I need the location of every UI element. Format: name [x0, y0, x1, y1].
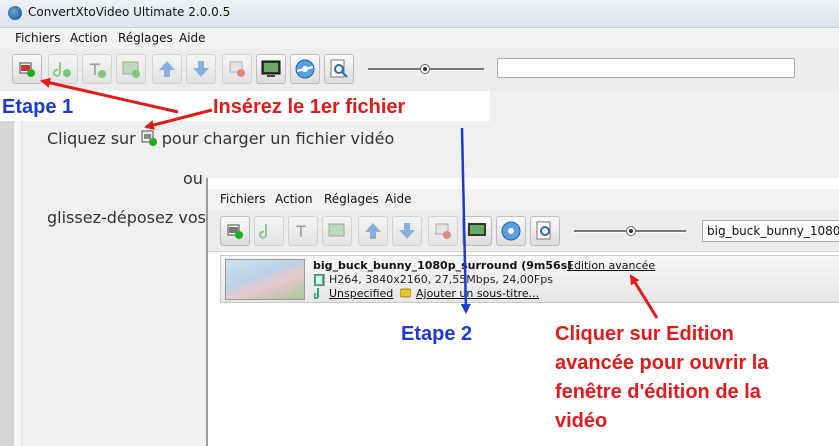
- instruction-before: Cliquez sur: [47, 129, 136, 148]
- svg-text:T: T: [89, 60, 100, 79]
- settings-button[interactable]: [256, 54, 286, 84]
- move-down-icon: [193, 61, 209, 77]
- add-audio-icon: [53, 62, 71, 77]
- remove-icon: [435, 223, 451, 239]
- add-image-button[interactable]: [116, 54, 146, 84]
- menu-reglages[interactable]: Réglages: [118, 31, 173, 45]
- add-subtitle-link[interactable]: Ajouter un sous-titre...: [416, 287, 539, 300]
- convert-disc-icon: [501, 221, 521, 241]
- instruction-or: ou: [183, 169, 203, 188]
- app-window: ConvertXtoVideo Ultimate 2.0.0.5 Fichier…: [0, 0, 839, 446]
- second-remove-button[interactable]: [428, 216, 458, 246]
- second-add-video-button[interactable]: [220, 216, 250, 246]
- move-down-icon: [399, 223, 415, 239]
- second-move-down-button[interactable]: [392, 216, 422, 246]
- menu2-reglages[interactable]: Réglages: [324, 192, 379, 206]
- second-move-up-button[interactable]: [358, 216, 388, 246]
- audio-track-link[interactable]: Unspecified: [329, 287, 393, 300]
- preview-button[interactable]: [324, 54, 354, 84]
- video-thumbnail: [225, 259, 305, 300]
- preview-icon: [536, 221, 551, 240]
- second-menu-bar: Fichiers Action Réglages Aide: [208, 189, 839, 209]
- menu-bar: Fichiers Action Réglages Aide: [0, 28, 839, 48]
- annotation-step2: Etape 2: [401, 323, 473, 345]
- settings-screen-icon: [261, 60, 281, 77]
- instruction-line-3: glissez-déposez vos: [47, 208, 206, 227]
- subtitle-icon: [400, 288, 411, 298]
- annotation-insert: Insérez le 1er fichier: [213, 96, 406, 118]
- zoom-slider-handle[interactable]: [420, 64, 430, 74]
- remove-button[interactable]: [222, 54, 252, 84]
- convert-disc-icon: [295, 59, 315, 79]
- menu-fichiers[interactable]: Fichiers: [15, 31, 60, 45]
- second-settings-button[interactable]: [462, 216, 492, 246]
- second-preview-button[interactable]: [530, 216, 560, 246]
- hint-line-3: fenêtre d'édition de la: [555, 381, 761, 403]
- add-file-icon[interactable]: [140, 129, 158, 147]
- app-icon: [8, 6, 22, 20]
- second-zoom-slider-handle[interactable]: [626, 226, 636, 236]
- move-up-icon: [365, 223, 381, 239]
- top-text-field[interactable]: [497, 58, 795, 78]
- add-text-icon: T: [89, 60, 106, 79]
- second-add-text-button[interactable]: T: [288, 216, 318, 246]
- title-bar: ConvertXtoVideo Ultimate 2.0.0.5: [0, 0, 839, 28]
- add-video-icon: [227, 224, 243, 239]
- left-strip-border: [14, 91, 22, 446]
- menu-aide[interactable]: Aide: [179, 31, 206, 45]
- menu-action[interactable]: Action: [70, 31, 108, 45]
- add-video-button[interactable]: [12, 54, 42, 84]
- window-title: ConvertXtoVideo Ultimate 2.0.0.5: [28, 5, 231, 19]
- add-audio-icon: [259, 224, 267, 239]
- video-track-icon: [314, 274, 325, 286]
- second-add-image-button[interactable]: [322, 216, 352, 246]
- move-up-icon: [159, 61, 175, 77]
- preview-icon: [330, 59, 348, 78]
- add-text-icon: T: [295, 222, 306, 241]
- instruction-after: pour charger un fichier vidéo: [161, 129, 395, 148]
- add-image-icon: [122, 61, 140, 78]
- menu2-fichiers[interactable]: Fichiers: [220, 192, 265, 206]
- file-list-row[interactable]: big_buck_bunny_1080p_surround (9m56s) Ed…: [220, 255, 839, 303]
- second-search-field[interactable]: big_buck_bunny_1080p: [702, 220, 839, 242]
- hint-line-4: vidéo: [555, 410, 608, 432]
- left-scroll-strip: [0, 91, 14, 446]
- advanced-edit-link[interactable]: Edition avancée: [567, 259, 655, 272]
- add-image-icon: [328, 223, 345, 237]
- file-video-info: H264, 3840x2160, 27,55Mbps, 24,00Fps: [329, 273, 553, 286]
- hint-line-1: Cliquer sur Edition: [555, 323, 734, 345]
- add-text-button[interactable]: T: [82, 54, 112, 84]
- second-convert-button[interactable]: [496, 216, 526, 246]
- file-name: big_buck_bunny_1080p_surround (9m56s): [313, 259, 573, 272]
- annotation-advanced-hint: Cliquer sur Edition avancée pour ouvrir …: [555, 320, 835, 436]
- menu2-aide[interactable]: Aide: [385, 192, 412, 206]
- add-video-icon: [19, 62, 35, 77]
- add-audio-button[interactable]: [48, 54, 78, 84]
- svg-text:T: T: [295, 222, 306, 241]
- remove-icon: [229, 61, 245, 77]
- menu2-action[interactable]: Action: [275, 192, 313, 206]
- second-add-audio-button[interactable]: [254, 216, 284, 246]
- move-down-button[interactable]: [186, 54, 216, 84]
- audio-track-icon: [314, 288, 319, 299]
- hint-line-2: avancée pour ouvrir la: [555, 352, 769, 374]
- convert-button[interactable]: [290, 54, 320, 84]
- move-up-button[interactable]: [152, 54, 182, 84]
- settings-screen-icon: [468, 223, 486, 236]
- instruction-line-1: Cliquez sur pour charger un fichier vidéo: [47, 129, 394, 148]
- annotation-step1: Etape 1: [2, 96, 74, 118]
